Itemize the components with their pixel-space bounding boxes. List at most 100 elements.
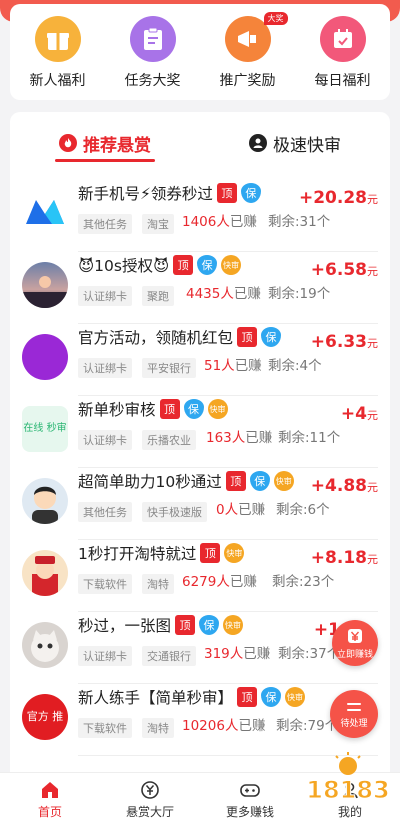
task-category-tag: 其他任务 [78,502,132,522]
yen-circle-icon [141,780,159,799]
nav-label: 首页 [37,804,62,819]
task-category-tag: 下载软件 [78,574,132,594]
task-earned: 1406人已赚 [182,210,257,230]
pending-label: 待处理 [340,718,368,729]
task-title: 秒过，一张图 顶 保 快审 [78,614,244,636]
shortcut-daily-benefit[interactable]: 每日福利 [299,16,387,100]
guarantee-chip: 保 [183,399,204,419]
task-item[interactable]: 在线 秒审 新单秒审核 顶 保 快审 认证绑卡 乐播农业 163人已赚 剩余:1… [10,396,390,468]
earn-now-label: 立即赚钱 [336,649,373,660]
fortune-god-icon [22,550,68,596]
nav-home[interactable]: 首页 [0,773,100,826]
task-earned: 163人已赚 [206,426,272,446]
reward-unit: 元 [367,553,378,566]
shortcut-label: 任务大奖 [124,73,181,89]
task-title: 新单秒审核 顶 保 快审 [78,398,228,420]
task-title-text: 新手机号⚡领券秒过 [78,185,213,203]
reward-unit: 元 [367,337,378,350]
watermark-logo: 18183 [302,752,394,822]
guarantee-chip: 保 [199,615,220,635]
task-title-text: 😈10s授权😈 [78,257,170,275]
task-item[interactable]: 超简单助力10秒通过 顶 保 快审 其他任务 快手极速版 0人已赚 剩余:6个 … [10,468,390,540]
reward-unit: 元 [367,409,378,422]
tab-recommended[interactable]: 推荐悬赏 [10,112,200,174]
earned-count: 1406人 [182,214,230,230]
guarantee-chip: 保 [249,471,270,491]
guarantee-chip: 保 [240,183,261,203]
task-reward: +8.18元 [311,548,378,568]
nav-bounty-hall[interactable]: 悬赏大厅 [100,773,200,826]
tab-bar: 推荐悬赏 极速快审 [10,112,390,174]
purple-circle-icon [22,334,68,380]
fast-review-chip: 快审 [207,399,228,419]
earned-suffix: 已赚 [234,358,262,374]
shortcut-new-user-benefit[interactable]: 新人福利 [14,16,102,100]
earned-count: 319人 [204,646,244,662]
task-category-tag: 其他任务 [78,214,132,234]
svg-text:18183: 18183 [306,776,390,804]
task-platform-tag: 平安银行 [142,358,196,378]
task-list-card: 推荐悬赏 极速快审 新手机号⚡领券秒过 顶 保 其他任务 淘宝 1406人已赚 … [10,112,390,772]
cartoon-man-icon [22,478,68,524]
task-title-text: 官方活动，领随机红包 [78,329,234,347]
top-chip: 顶 [173,255,194,275]
reward-amount: +8.18 [310,548,367,568]
earn-now-button[interactable]: 立即赚钱 [332,620,378,666]
calendar-icon [319,16,366,62]
top-chip: 顶 [216,183,237,203]
task-title-text: 1秒打开淘特就过 [78,545,197,563]
task-category-tag: 认证绑卡 [78,358,132,378]
task-category-tag: 认证绑卡 [78,430,132,450]
guarantee-chip: 保 [261,327,282,347]
official-push-icon: 官方 推 [22,694,68,740]
task-item[interactable]: 😈10s授权😈 顶 保 快审 认证绑卡 聚跑 4435人已赚 剩余:19个 +6… [10,252,390,324]
task-item[interactable]: 官方活动，领随机红包 顶 保 认证绑卡 平安银行 51人已赚 剩余:4个 +6.… [10,324,390,396]
task-earned: 4435人已赚 [186,282,261,302]
earned-count: 4435人 [186,286,234,302]
reward-unit: 元 [367,193,378,206]
shortcut-label: 新人福利 [29,73,86,89]
kitten-photo-icon [22,622,68,668]
task-remaining: 剩余:37个 [278,646,341,662]
earned-suffix: 已赚 [229,214,257,230]
fast-review-chip: 快审 [221,255,242,275]
fast-review-chip: 快审 [224,543,245,563]
task-title: 新人练手【简单秒审】 顶 保 快审 [78,686,306,708]
pending-button[interactable]: 待处理 [330,690,378,738]
task-remaining: 剩余:4个 [268,358,322,374]
shortcut-promotion-reward[interactable]: 大奖 推广奖励 [204,12,292,100]
earned-count: 51人 [204,358,235,374]
reward-amount: +6.58 [310,260,367,280]
task-earned: 0人已赚 [216,498,265,518]
task-category-tag: 认证绑卡 [78,646,132,666]
yen-icon [348,628,362,643]
earned-count: 0人 [216,502,239,518]
shortcut-label: 每日福利 [314,73,371,89]
earned-suffix: 已赚 [245,430,273,446]
guarantee-chip: 保 [197,255,218,275]
task-remaining: 剩余:11个 [278,430,341,446]
top-chip: 顶 [175,615,196,635]
task-platform-tag: 快手极速版 [142,502,207,522]
task-title: 新手机号⚡领券秒过 顶 保 [78,182,261,204]
top-chip: 顶 [237,327,258,347]
task-platform-tag: 淘特 [142,574,174,594]
task-platform-tag: 聚跑 [142,286,174,306]
task-reward: +6.58元 [311,260,378,280]
logo-m-icon [22,190,68,236]
task-remaining: 剩余:23个 [272,574,335,590]
nav-more-earn[interactable]: 更多赚钱 [200,773,300,826]
nav-label: 更多赚钱 [225,804,274,819]
tab-fast-review[interactable]: 极速快审 [200,112,390,174]
earned-count: 163人 [206,430,246,446]
gamepad-icon [240,783,260,797]
earned-suffix: 已赚 [243,646,271,662]
earned-suffix: 已赚 [233,286,261,302]
nav-label: 悬赏大厅 [125,804,174,819]
task-earned: 51人已赚 [204,354,262,374]
task-platform-tag: 交通银行 [142,646,196,666]
fast-review-chip: 快审 [285,687,306,707]
task-item[interactable]: 新手机号⚡领券秒过 顶 保 其他任务 淘宝 1406人已赚 剩余:31个 +20… [10,180,390,252]
task-item[interactable]: 1秒打开淘特就过 顶 快审 下载软件 淘特 6279人已赚 剩余:23个 +8.… [10,540,390,612]
shortcut-task-award[interactable]: 任务大奖 [109,16,197,100]
